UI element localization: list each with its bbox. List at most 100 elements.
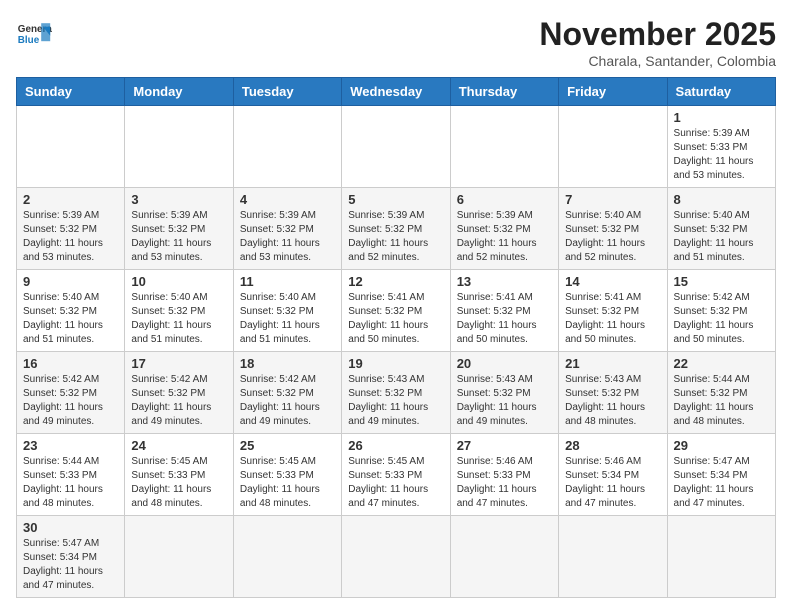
day-number: 25: [240, 438, 335, 453]
day-cell: 24 Sunrise: 5:45 AM Sunset: 5:33 PM Dayli…: [125, 434, 233, 516]
day-info: Sunrise: 5:40 AM Sunset: 5:32 PM Dayligh…: [240, 291, 335, 347]
day-number: 4: [240, 192, 335, 207]
day-info: Sunrise: 5:47 AM Sunset: 5:34 PM Dayligh…: [23, 537, 118, 593]
day-info: Sunrise: 5:40 AM Sunset: 5:32 PM Dayligh…: [131, 291, 226, 347]
day-info: Sunrise: 5:41 AM Sunset: 5:32 PM Dayligh…: [457, 291, 552, 347]
day-cell: [125, 516, 233, 598]
day-number: 29: [674, 438, 769, 453]
day-cell: [559, 106, 667, 188]
weekday-header-friday: Friday: [559, 78, 667, 106]
day-info: Sunrise: 5:39 AM Sunset: 5:32 PM Dayligh…: [131, 209, 226, 265]
day-number: 20: [457, 356, 552, 371]
page-header: General Blue November 2025 Charala, Sant…: [16, 16, 776, 69]
day-cell: 5Sunrise: 5:39 AM Sunset: 5:32 PM Daylig…: [342, 188, 450, 270]
day-info: Sunrise: 5:42 AM Sunset: 5:32 PM Dayligh…: [23, 373, 118, 429]
week-row-4: 16 Sunrise: 5:42 AM Sunset: 5:32 PM Dayli…: [17, 352, 776, 434]
day-info: Sunrise: 5:43 AM Sunset: 5:32 PM Dayligh…: [565, 373, 660, 429]
day-cell: 19Sunrise: 5:43 AM Sunset: 5:32 PM Dayli…: [342, 352, 450, 434]
day-cell: 21 Sunrise: 5:43 AM Sunset: 5:32 PM Dayli…: [559, 352, 667, 434]
day-cell: 28 Sunrise: 5:46 AM Sunset: 5:34 PM Dayli…: [559, 434, 667, 516]
logo: General Blue: [16, 16, 52, 52]
day-info: Sunrise: 5:39 AM Sunset: 5:33 PM Dayligh…: [674, 127, 769, 183]
day-info: Sunrise: 5:46 AM Sunset: 5:33 PM Dayligh…: [457, 455, 552, 511]
day-cell: 14 Sunrise: 5:41 AM Sunset: 5:32 PM Dayli…: [559, 270, 667, 352]
calendar-table: SundayMondayTuesdayWednesdayThursdayFrid…: [16, 77, 776, 598]
day-info: Sunrise: 5:43 AM Sunset: 5:32 PM Dayligh…: [457, 373, 552, 429]
day-number: 14: [565, 274, 660, 289]
day-info: Sunrise: 5:45 AM Sunset: 5:33 PM Dayligh…: [131, 455, 226, 511]
day-info: Sunrise: 5:47 AM Sunset: 5:34 PM Dayligh…: [674, 455, 769, 511]
day-number: 12: [348, 274, 443, 289]
day-info: Sunrise: 5:42 AM Sunset: 5:32 PM Dayligh…: [674, 291, 769, 347]
day-info: Sunrise: 5:43 AM Sunset: 5:32 PM Dayligh…: [348, 373, 443, 429]
logo-icon: General Blue: [16, 16, 52, 52]
day-cell: 8 Sunrise: 5:40 AM Sunset: 5:32 PM Daylig…: [667, 188, 775, 270]
day-info: Sunrise: 5:45 AM Sunset: 5:33 PM Dayligh…: [240, 455, 335, 511]
month-year-title: November 2025: [539, 16, 776, 53]
day-number: 18: [240, 356, 335, 371]
day-cell: [125, 106, 233, 188]
weekday-header-row: SundayMondayTuesdayWednesdayThursdayFrid…: [17, 78, 776, 106]
week-row-3: 9 Sunrise: 5:40 AM Sunset: 5:32 PM Daylig…: [17, 270, 776, 352]
week-row-5: 23 Sunrise: 5:44 AM Sunset: 5:33 PM Dayli…: [17, 434, 776, 516]
day-info: Sunrise: 5:41 AM Sunset: 5:32 PM Dayligh…: [565, 291, 660, 347]
day-cell: [450, 516, 558, 598]
day-number: 26: [348, 438, 443, 453]
week-row-2: 2Sunrise: 5:39 AM Sunset: 5:32 PM Daylig…: [17, 188, 776, 270]
day-cell: 26Sunrise: 5:45 AM Sunset: 5:33 PM Dayli…: [342, 434, 450, 516]
day-number: 13: [457, 274, 552, 289]
day-info: Sunrise: 5:39 AM Sunset: 5:32 PM Dayligh…: [240, 209, 335, 265]
day-cell: 29 Sunrise: 5:47 AM Sunset: 5:34 PM Dayli…: [667, 434, 775, 516]
day-cell: [342, 516, 450, 598]
day-info: Sunrise: 5:46 AM Sunset: 5:34 PM Dayligh…: [565, 455, 660, 511]
day-cell: [667, 516, 775, 598]
day-cell: 23 Sunrise: 5:44 AM Sunset: 5:33 PM Dayli…: [17, 434, 125, 516]
day-cell: [17, 106, 125, 188]
day-info: Sunrise: 5:42 AM Sunset: 5:32 PM Dayligh…: [240, 373, 335, 429]
day-number: 28: [565, 438, 660, 453]
day-number: 23: [23, 438, 118, 453]
day-number: 7: [565, 192, 660, 207]
day-info: Sunrise: 5:39 AM Sunset: 5:32 PM Dayligh…: [23, 209, 118, 265]
day-info: Sunrise: 5:42 AM Sunset: 5:32 PM Dayligh…: [131, 373, 226, 429]
day-cell: 4 Sunrise: 5:39 AM Sunset: 5:32 PM Daylig…: [233, 188, 341, 270]
day-info: Sunrise: 5:40 AM Sunset: 5:32 PM Dayligh…: [674, 209, 769, 265]
weekday-header-sunday: Sunday: [17, 78, 125, 106]
weekday-header-thursday: Thursday: [450, 78, 558, 106]
day-info: Sunrise: 5:44 AM Sunset: 5:32 PM Dayligh…: [674, 373, 769, 429]
day-number: 1: [674, 110, 769, 125]
day-cell: 18 Sunrise: 5:42 AM Sunset: 5:32 PM Dayli…: [233, 352, 341, 434]
day-cell: 25 Sunrise: 5:45 AM Sunset: 5:33 PM Dayli…: [233, 434, 341, 516]
day-cell: 13 Sunrise: 5:41 AM Sunset: 5:32 PM Dayli…: [450, 270, 558, 352]
day-cell: 7Sunrise: 5:40 AM Sunset: 5:32 PM Daylig…: [559, 188, 667, 270]
day-cell: 2Sunrise: 5:39 AM Sunset: 5:32 PM Daylig…: [17, 188, 125, 270]
day-number: 16: [23, 356, 118, 371]
weekday-header-saturday: Saturday: [667, 78, 775, 106]
day-number: 9: [23, 274, 118, 289]
day-cell: 11Sunrise: 5:40 AM Sunset: 5:32 PM Dayli…: [233, 270, 341, 352]
svg-text:Blue: Blue: [18, 35, 40, 46]
day-cell: 16 Sunrise: 5:42 AM Sunset: 5:32 PM Dayli…: [17, 352, 125, 434]
location-subtitle: Charala, Santander, Colombia: [539, 53, 776, 69]
day-cell: 12Sunrise: 5:41 AM Sunset: 5:32 PM Dayli…: [342, 270, 450, 352]
weekday-header-monday: Monday: [125, 78, 233, 106]
day-cell: [233, 516, 341, 598]
day-number: 5: [348, 192, 443, 207]
day-info: Sunrise: 5:44 AM Sunset: 5:33 PM Dayligh…: [23, 455, 118, 511]
day-info: Sunrise: 5:39 AM Sunset: 5:32 PM Dayligh…: [457, 209, 552, 265]
day-cell: 6Sunrise: 5:39 AM Sunset: 5:32 PM Daylig…: [450, 188, 558, 270]
weekday-header-tuesday: Tuesday: [233, 78, 341, 106]
day-number: 21: [565, 356, 660, 371]
day-number: 24: [131, 438, 226, 453]
day-cell: [450, 106, 558, 188]
day-cell: 20 Sunrise: 5:43 AM Sunset: 5:32 PM Dayli…: [450, 352, 558, 434]
day-cell: [233, 106, 341, 188]
day-cell: 22Sunrise: 5:44 AM Sunset: 5:32 PM Dayli…: [667, 352, 775, 434]
week-row-6: 30Sunrise: 5:47 AM Sunset: 5:34 PM Dayli…: [17, 516, 776, 598]
day-cell: 15Sunrise: 5:42 AM Sunset: 5:32 PM Dayli…: [667, 270, 775, 352]
day-cell: 17Sunrise: 5:42 AM Sunset: 5:32 PM Dayli…: [125, 352, 233, 434]
day-cell: [342, 106, 450, 188]
day-number: 8: [674, 192, 769, 207]
weekday-header-wednesday: Wednesday: [342, 78, 450, 106]
day-cell: 1 Sunrise: 5:39 AM Sunset: 5:33 PM Daylig…: [667, 106, 775, 188]
